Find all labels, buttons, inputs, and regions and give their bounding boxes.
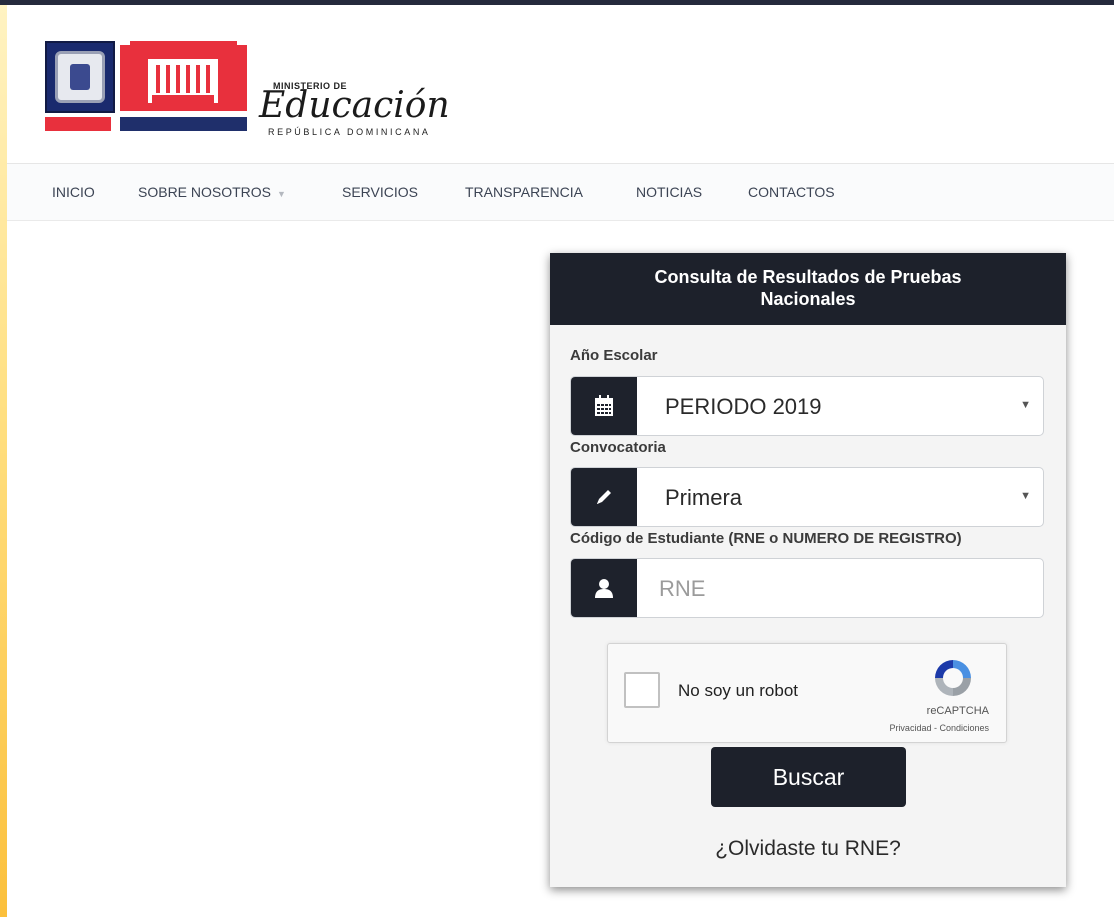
forgot-rne-link[interactable]: ¿Olvidaste tu RNE? <box>550 837 1066 861</box>
user-icon <box>571 559 637 617</box>
building-icon <box>120 41 247 111</box>
brand-republica: REPÚBLICA DOMINICANA <box>268 127 431 137</box>
year-label: Año Escolar <box>570 347 658 364</box>
nav-inicio[interactable]: INICIO <box>52 184 95 200</box>
card-title: Consulta de Resultados de Pruebas Nacion… <box>550 253 1066 325</box>
chevron-down-icon: ▼ <box>1020 399 1031 411</box>
recaptcha-brand: reCAPTCHA <box>926 705 989 717</box>
year-select-value: PERIODO 2019 <box>665 394 822 419</box>
chevron-down-icon: ▼ <box>1020 490 1031 502</box>
year-select[interactable]: PERIODO 2019 ▼ <box>570 376 1044 436</box>
nav-sobre-nosotros-label: SOBRE NOSOTROS <box>138 184 272 200</box>
card-title-line1: Consulta de Resultados de Pruebas <box>654 267 962 287</box>
card-title-line2: Nacionales <box>760 289 856 309</box>
rne-input-placeholder: RNE <box>659 576 706 601</box>
student-code-label: Código de Estudiante (RNE o NUMERO DE RE… <box>570 530 962 547</box>
recaptcha-label: No soy un robot <box>678 681 799 700</box>
calendar-icon <box>571 377 637 435</box>
search-button[interactable]: Buscar <box>711 747 906 807</box>
logo-red-bar <box>45 117 111 131</box>
convocatoria-label: Convocatoria <box>570 439 666 456</box>
nav-servicios[interactable]: SERVICIOS <box>342 184 418 200</box>
brand-ministerio: MINISTERIO DE <box>273 81 348 91</box>
nav-transparencia[interactable]: TRANSPARENCIA <box>465 184 583 200</box>
rne-input[interactable]: RNE <box>570 558 1044 618</box>
pencil-icon <box>571 468 637 526</box>
site-header: Educación MINISTERIO DE REPÚBLICA DOMINI… <box>7 5 1114 163</box>
recaptcha-widget: No soy un robot reCAPTCHA Privacidad - C… <box>607 643 1007 743</box>
convocatoria-select[interactable]: Primera ▼ <box>570 467 1044 527</box>
coat-of-arms-icon <box>45 41 115 113</box>
recaptcha-checkbox[interactable] <box>624 672 660 708</box>
main-navbar: INICIO SOBRE NOSOTROS ▼ SERVICIOS TRANSPA… <box>7 163 1114 221</box>
nav-sobre-nosotros[interactable]: SOBRE NOSOTROS ▼ <box>138 184 286 200</box>
left-decorative-strip <box>0 5 7 917</box>
chevron-down-icon: ▼ <box>277 189 286 199</box>
recaptcha-links[interactable]: Privacidad - Condiciones <box>889 723 989 733</box>
nav-noticias[interactable]: NOTICIAS <box>636 184 702 200</box>
logo-blue-bar <box>120 117 247 131</box>
convocatoria-select-value: Primera <box>665 485 743 510</box>
results-query-card: Consulta de Resultados de Pruebas Nacion… <box>550 253 1066 887</box>
nav-contactos[interactable]: CONTACTOS <box>748 184 835 200</box>
recaptcha-icon <box>935 660 971 696</box>
brand-educacion: Educación <box>259 85 450 126</box>
